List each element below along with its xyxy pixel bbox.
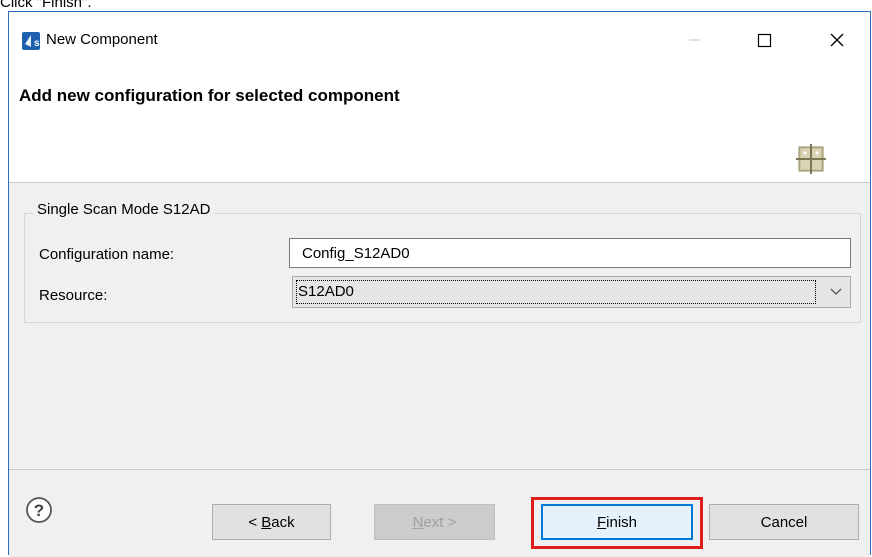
resource-dropdown[interactable]: S12AD0 (292, 276, 851, 308)
svg-text:?: ? (34, 501, 44, 520)
renesas-app-icon: s (22, 32, 40, 50)
back-prefix: < (248, 513, 262, 531)
next-button[interactable]: Next > (374, 504, 495, 540)
config-name-label: Configuration name: (39, 246, 175, 263)
finish-label-rest: inish (606, 513, 638, 531)
component-grid-icon (796, 144, 826, 174)
back-label-rest: ack (271, 513, 295, 531)
close-icon (830, 33, 844, 47)
maximize-button[interactable] (742, 24, 786, 56)
new-component-dialog: s New Component Add new configuration fo… (8, 11, 871, 557)
wizard-header: Add new configuration for selected compo… (9, 64, 870, 183)
finish-mnemonic: F (596, 513, 607, 531)
resource-selected-value: S12AD0 (296, 280, 816, 304)
back-mnemonic: B (261, 513, 272, 531)
header-title: Add new configuration for selected compo… (19, 86, 400, 105)
instruction-caption: Click "Finish". (0, 0, 92, 11)
window-title: New Component (46, 31, 158, 48)
finish-button[interactable]: Finish (541, 504, 693, 540)
maximize-icon (757, 33, 772, 48)
button-bar: ? < Back Next > Finish Cancel (9, 469, 870, 557)
minimize-icon (689, 39, 700, 41)
help-icon: ? (26, 497, 52, 523)
next-label-rest: ext > (423, 513, 457, 531)
back-button[interactable]: < Back (212, 504, 331, 540)
next-mnemonic: N (412, 513, 424, 531)
chevron-down-icon (830, 288, 842, 295)
group-legend: Single Scan Mode S12AD (33, 201, 215, 218)
help-button[interactable]: ? (25, 496, 53, 524)
title-bar: s New Component (9, 12, 870, 64)
wizard-content: Single Scan Mode S12AD Configuration nam… (9, 183, 870, 469)
svg-text:s: s (34, 38, 40, 49)
minimize-button[interactable] (672, 24, 716, 56)
config-name-field[interactable] (289, 238, 851, 268)
close-button[interactable] (815, 24, 859, 56)
resource-label: Resource: (39, 287, 108, 304)
cancel-button[interactable]: Cancel (709, 504, 859, 540)
